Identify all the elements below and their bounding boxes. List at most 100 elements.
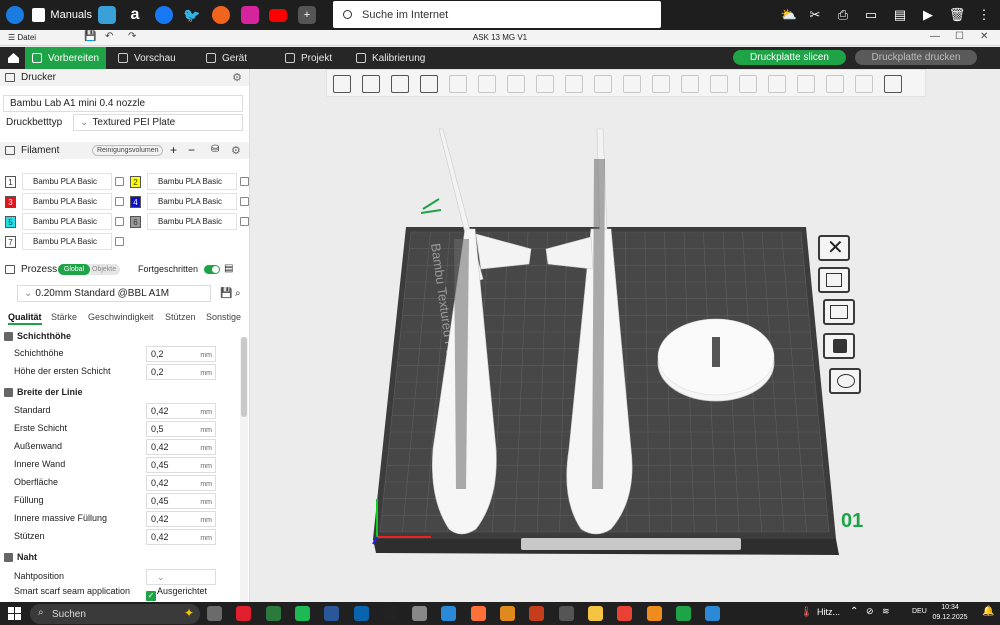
delete-plate-button[interactable]: ✕ [818,235,850,261]
tab-preview[interactable]: Vorschau [118,47,176,69]
bookmark-amazon-icon[interactable]: a [126,5,144,25]
minimize-icon[interactable]: — [930,31,940,42]
filament-edit-icon[interactable] [115,237,124,246]
tab-strength[interactable]: Stärke [51,312,77,322]
manuals-bookmark[interactable]: Manuals [32,5,92,25]
tray-wifi-icon[interactable]: ≋ [882,606,890,617]
video-icon[interactable]: ▭ [862,6,880,24]
maximize-icon[interactable]: ☐ [955,31,964,42]
taskbar-scanner-icon[interactable] [500,606,515,621]
language-indicator[interactable]: DEU [912,608,927,615]
settings-scrollbar[interactable] [240,337,248,604]
setting-value-input[interactable]: 0,42 mm [146,511,216,527]
filament-color-swatch[interactable]: 6 [130,216,141,228]
tab-quality[interactable]: Qualität [8,312,42,325]
scrollbar-thumb[interactable] [241,337,247,417]
app-logo-icon[interactable] [6,5,24,25]
setting-value-input[interactable]: 0,45 mm [146,493,216,509]
search-input[interactable]: Suche im Internet [333,1,661,28]
seam-position-select[interactable]: ⌄ Ausgerichtet [146,569,216,596]
taskbar-word-icon[interactable] [324,606,340,621]
filament-edit-icon[interactable] [240,197,249,206]
filament-edit-icon[interactable] [115,217,124,226]
taskbar-steam-icon[interactable] [558,606,574,621]
flush-volume-button[interactable]: Reinigungsvolumen [92,145,164,156]
filament-edit-icon[interactable] [240,177,249,186]
taskbar-bambu-handy-icon[interactable] [675,606,691,621]
taskbar-powerpoint-icon[interactable] [529,606,545,621]
clipboard-icon[interactable]: ▤ [891,6,909,24]
filament-slot[interactable]: 3 Bambu PLA Basic [5,193,124,211]
filament-slot[interactable]: 7 Bambu PLA Basic [5,233,124,251]
taskbar-search[interactable]: ⌕ Suchen ✦ [30,604,200,624]
start-button[interactable] [8,607,21,620]
trash-icon[interactable]: 🗑 [948,6,966,24]
bookmark-notes-icon[interactable] [98,5,116,25]
search-settings-icon[interactable]: ⌕ [235,288,241,299]
filament-sync-icon[interactable]: ⛁ [211,144,219,155]
bookmark-instagram-icon[interactable] [241,5,259,25]
bookmark-youtube-icon[interactable] [269,5,287,25]
model-stand[interactable] [657,318,775,402]
taskbar-edge-icon[interactable] [265,606,281,621]
play-icon[interactable]: ▶ [919,6,937,24]
toggle-global[interactable]: Global [58,264,90,275]
filament-select[interactable]: Bambu PLA Basic [22,213,112,230]
notifications-icon[interactable]: ⛅ [780,6,798,24]
save-preset-icon[interactable]: 💾 [220,288,232,299]
filament-color-swatch[interactable]: 3 [5,196,16,208]
tab-calibration[interactable]: Kalibrierung [356,47,425,69]
toggle-object[interactable]: Objekte [92,264,116,275]
3d-viewport[interactable]: Bambu Textured PEI Plate 01 ✕ [251,69,1000,604]
process-compare-icon[interactable]: ▤ [224,263,233,274]
bookmark-twitter-icon[interactable]: 🐦 [183,5,201,25]
more-icon[interactable]: ⋮ [975,6,993,24]
bookmark-etsy-icon[interactable] [212,5,230,25]
printer-settings-gear-icon[interactable]: ⚙ [232,71,242,84]
taskbar-firefox-icon[interactable] [470,606,486,621]
filament-color-swatch[interactable]: 4 [130,196,141,208]
setting-value-input[interactable]: 0,42 mm [146,403,216,419]
setting-value-input[interactable]: 0,2 mm [146,346,216,362]
taskbar-netflix-icon[interactable] [382,606,398,621]
filament-edit-icon[interactable] [115,197,124,206]
edit-pen-icon[interactable] [420,198,442,214]
print-icon[interactable]: ⎙ [834,6,852,24]
bookmark-facebook-icon[interactable] [155,5,173,25]
remove-filament-icon[interactable]: − [188,143,195,157]
filament-color-swatch[interactable]: 5 [5,216,16,228]
taskbar-bambu-studio-icon[interactable] [441,606,457,621]
filament-color-swatch[interactable]: 7 [5,236,16,248]
scissors-icon[interactable]: ✂ [806,6,824,24]
taskbar-task-view-icon[interactable] [207,606,222,621]
taskbar-mail-icon[interactable] [705,606,721,621]
setting-value-input[interactable]: 0,5 mm [146,421,216,437]
weather-text[interactable]: Hitz... [817,607,840,617]
filament-select[interactable]: Bambu PLA Basic [147,173,237,190]
tab-project[interactable]: Projekt [285,47,332,69]
filament-settings-gear-icon[interactable]: ⚙ [231,144,241,157]
plate-settings-button[interactable] [829,368,861,394]
taskbar-explorer-icon[interactable] [587,606,603,621]
layout-button[interactable] [823,299,855,325]
filament-color-swatch[interactable]: 2 [130,176,141,188]
slice-plate-button[interactable]: Druckplatte slicen [733,50,846,65]
tab-support[interactable]: Stützen [165,312,196,322]
setting-value-input[interactable]: 0,42 mm [146,475,216,491]
print-plate-button[interactable]: Druckplatte drucken [855,50,977,65]
tray-mic-icon[interactable]: ⊘ [866,606,874,617]
setting-value-input[interactable]: 0,42 mm [146,529,216,545]
filament-slot[interactable]: 6 Bambu PLA Basic [130,213,249,231]
filament-slot[interactable]: 5 Bambu PLA Basic [5,213,124,231]
tray-chevron-icon[interactable]: ⌃ [850,606,858,617]
auto-arrange-button[interactable] [818,267,850,293]
taskbar-outlook-icon[interactable] [353,606,369,621]
taskbar-blender-icon[interactable] [646,606,662,621]
tab-other[interactable]: Sonstige [206,312,241,322]
setting-value-input[interactable]: 0,42 mm [146,439,216,455]
add-bookmark-icon[interactable]: + [298,5,316,25]
tab-prepare[interactable]: Vorbereiten [25,47,106,69]
filament-slot[interactable]: 1 Bambu PLA Basic [5,173,124,191]
taskbar-files-icon[interactable] [412,606,428,621]
notification-bell-icon[interactable]: 🔔 [982,606,994,617]
